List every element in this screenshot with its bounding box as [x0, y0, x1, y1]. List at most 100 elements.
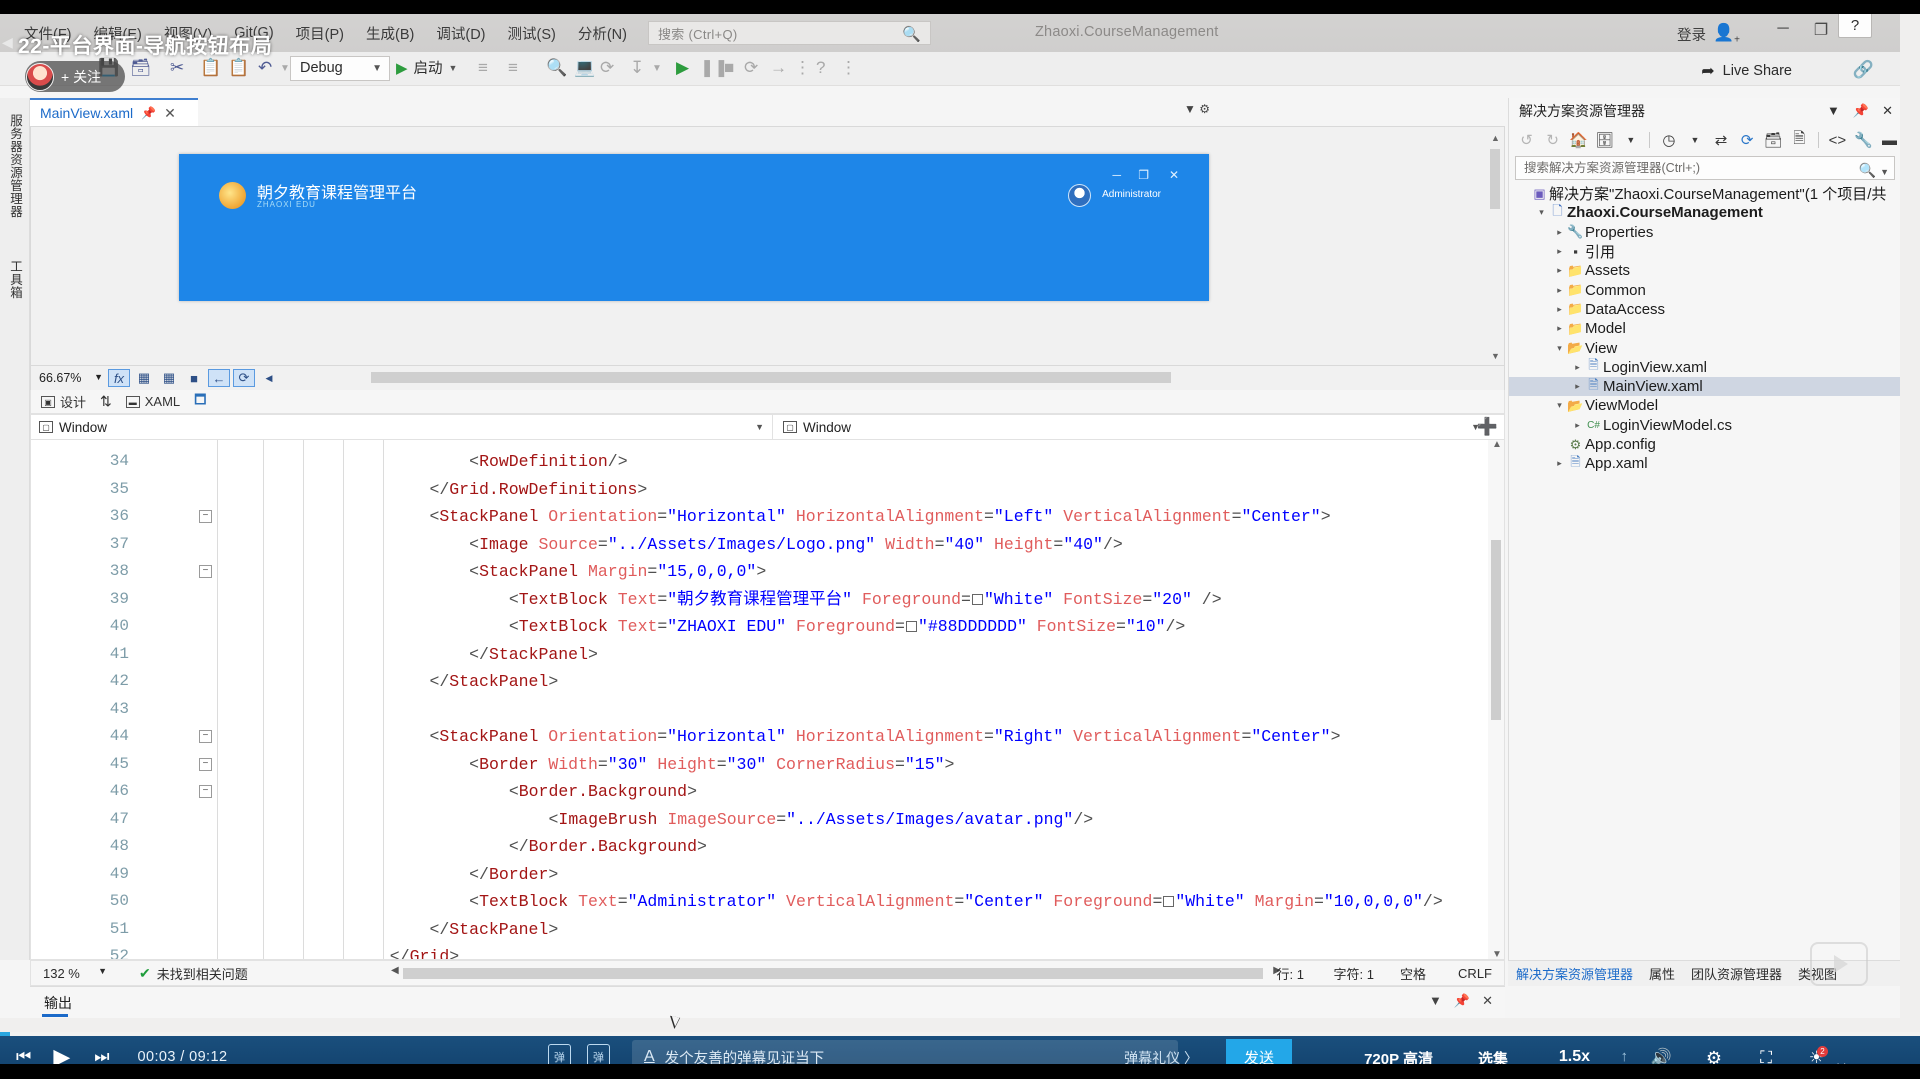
danmaku-settings-icon[interactable]: 弹 — [587, 1044, 610, 1064]
navbar-member-select[interactable]: ▢ Window ▼ ➕ — [773, 415, 1504, 439]
menu-item-build[interactable]: 生成(B) — [355, 19, 425, 48]
solution-explorer-toolbar[interactable]: ↺ ↻ 🏠 🗄 ▼ ◷ ▼ ⇄ ⟳ 🗃 🗎 <> 🔧 ▬ — [1509, 126, 1900, 154]
tree-node-loginviewmodel.cs[interactable]: ▸ C# LoginViewModel.cs — [1509, 416, 1900, 435]
video-center-play-button[interactable] — [1810, 942, 1868, 986]
editor-zoom-select[interactable]: 132 % ▼ — [43, 966, 113, 981]
server-explorer-tab[interactable]: 服务器资源管理器 — [3, 114, 25, 218]
chevron-down-icon[interactable]: ▾ — [1535, 207, 1548, 218]
video-back-icon[interactable]: ◀ — [2, 34, 13, 51]
start-debug-button[interactable]: ▶ 启动 ▼ — [396, 57, 457, 78]
chevron-down-icon[interactable]: ▼ — [1683, 129, 1706, 151]
code-line[interactable]: 37 <Image Source="../Assets/Images/Logo.p… — [31, 531, 1491, 559]
undo-icon[interactable]: ↶ — [258, 58, 272, 78]
vs-search-box[interactable]: 搜索 (Ctrl+Q) 🔍 — [648, 21, 931, 45]
code-view-icon[interactable]: <> — [1826, 129, 1849, 151]
document-tab-overflow[interactable]: ▼ ⚙ — [1184, 102, 1210, 116]
fold-toggle-icon[interactable]: − — [199, 757, 212, 771]
tree-node-dataaccess[interactable]: ▸ 📁 DataAccess — [1509, 300, 1900, 319]
volume-icon[interactable]: 🔊 — [1651, 1048, 1672, 1064]
scroll-down-icon[interactable]: ▼ — [1492, 949, 1502, 959]
close-icon[interactable]: ✕ — [164, 105, 176, 122]
scroll-up-icon[interactable]: ▲ — [1492, 440, 1502, 450]
chevron-down-icon[interactable]: ▼ — [1429, 993, 1442, 1009]
save-all-icon[interactable]: 🗃 — [130, 58, 152, 78]
chevron-right-icon[interactable]: ▸ — [1553, 285, 1566, 296]
designer-vertical-scrollbar[interactable]: ▲ ▼ — [1488, 133, 1502, 361]
sync-icon[interactable]: ⇄ — [1710, 129, 1733, 151]
code-line[interactable]: 44 − <StackPanel Orientation="Horizontal" … — [31, 723, 1491, 751]
chevron-right-icon[interactable]: ▸ — [1571, 362, 1584, 373]
tree-node---[interactable]: ▸ ▪ 引用 — [1509, 242, 1900, 261]
live-share-button[interactable]: ➦ Live Share — [1701, 61, 1792, 81]
editor-vertical-scrollbar[interactable]: ▲ ▼ — [1488, 440, 1504, 959]
pin-icon[interactable]: 📌 — [1853, 103, 1869, 119]
chevron-right-icon[interactable]: ▸ — [1553, 227, 1566, 238]
gear-icon[interactable]: ⚙ — [1706, 1048, 1722, 1064]
code-line[interactable]: 34 <RowDefinition/> — [31, 448, 1491, 476]
show-all-files-icon[interactable]: 🗎 — [1788, 129, 1811, 151]
designer-zoom-select[interactable]: 66.67% ▼ — [39, 371, 105, 385]
tree-node-properties[interactable]: ▸ 🔧 Properties — [1509, 223, 1900, 242]
swap-panes-icon[interactable]: ← — [208, 369, 230, 387]
chevron-right-icon[interactable]: ▸ — [1553, 323, 1566, 334]
grid-icon[interactable]: ▦ — [133, 369, 155, 387]
tree-node-app.config[interactable]: ⚙ App.config — [1509, 435, 1900, 454]
chevron-down-icon[interactable]: ▼ — [1827, 103, 1840, 119]
chevron-right-icon[interactable]: ▸ — [1553, 304, 1566, 315]
scroll-left-icon[interactable]: ◀ — [391, 965, 399, 976]
continue-icon[interactable]: ▶ — [676, 58, 689, 78]
solution-views-icon[interactable]: 🗄 — [1593, 129, 1616, 151]
xaml-view-tab[interactable]: ▬ XAML — [125, 394, 180, 409]
find-in-files-icon[interactable]: 🔍 — [546, 58, 567, 78]
output-panel-controls[interactable]: ▼ 📌 ✕ — [1429, 993, 1493, 1009]
danmaku-icon[interactable]: 弹 — [548, 1044, 571, 1064]
effects-icon[interactable]: fx — [108, 369, 130, 387]
bottom-tab-properties[interactable]: 属性 — [1649, 964, 1675, 983]
window-maximize-button[interactable]: ❐ — [1808, 20, 1834, 40]
playback-speed-select[interactable]: 1.5x — [1559, 1048, 1590, 1064]
quality-select[interactable]: 720P 高清 — [1364, 1048, 1433, 1064]
code-line[interactable]: 40 <TextBlock Text="ZHAOXI EDU" Foregroun… — [31, 613, 1491, 641]
refresh-icon[interactable]: ⟳ — [1736, 129, 1759, 151]
next-episode-button[interactable]: ⏭ — [94, 1047, 109, 1064]
cut-icon[interactable]: ✂ — [170, 58, 184, 78]
bottom-tab-team-explorer[interactable]: 团队资源管理器 — [1691, 964, 1782, 983]
solution-explorer-controls[interactable]: ▼ 📌 ✕ — [1827, 103, 1893, 119]
fold-toggle-icon[interactable]: − — [199, 785, 212, 798]
plus-icon[interactable]: ➕ — [1477, 417, 1498, 437]
grid-snap-icon[interactable]: ▦ — [158, 369, 180, 387]
scroll-thumb[interactable] — [1491, 540, 1501, 720]
scroll-thumb[interactable] — [403, 968, 1263, 979]
menu-item-test[interactable]: 测试(S) — [497, 19, 567, 48]
sign-in-button[interactable]: 登录 👤+ — [1677, 23, 1740, 45]
copy-icon[interactable]: 📋 — [200, 58, 221, 78]
code-line[interactable]: 43 — [31, 696, 1491, 724]
pin-icon[interactable]: 📌 — [141, 106, 156, 120]
code-line[interactable]: 36 − <StackPanel Orientation="Horizontal" … — [31, 503, 1491, 531]
scroll-thumb[interactable] — [371, 372, 1171, 383]
code-line[interactable]: 38 − <StackPanel Margin="15,0,0,0"> — [31, 558, 1491, 586]
previous-episode-button[interactable]: ⏮ — [16, 1047, 31, 1064]
more-icon[interactable]: ▬ — [1878, 129, 1900, 151]
chevron-right-icon[interactable]: ▸ — [1571, 381, 1584, 392]
designer-view-tab[interactable]: ▣ 设计 — [41, 392, 86, 411]
code-line[interactable]: 42 </StackPanel> — [31, 668, 1491, 696]
danmaku-etiquette-link[interactable]: 弹幕礼仪 〉 — [1124, 1048, 1198, 1064]
home-icon[interactable]: 🏠 — [1567, 129, 1590, 151]
fold-toggle-icon[interactable]: − — [199, 510, 212, 523]
xaml-code-editor[interactable]: 34 <RowDefinition/> 35 </Grid.RowDefinition… — [30, 440, 1505, 960]
code-line[interactable]: 41 </StackPanel> — [31, 641, 1491, 669]
toolwindow-icon[interactable]: 💻 — [574, 58, 595, 78]
document-tab-mainview[interactable]: MainView.xaml 📌 ✕ — [30, 98, 198, 126]
play-pause-button[interactable]: ▶ — [53, 1044, 70, 1064]
tree-node-mainview.xaml[interactable]: ▸ 🗎 MainView.xaml — [1509, 377, 1900, 397]
tree-node-viewmodel[interactable]: ▾ 📂 ViewModel — [1509, 396, 1900, 415]
swap-icon[interactable]: ⇅ — [100, 393, 112, 410]
fold-toggle-icon[interactable]: − — [199, 565, 212, 578]
chevron-right-icon[interactable]: ▸ — [1553, 458, 1566, 469]
bottom-tab-solution-explorer[interactable]: 解决方案资源管理器 — [1516, 964, 1633, 983]
code-line[interactable]: 35 </Grid.RowDefinitions> — [31, 476, 1491, 504]
danmaku-controls[interactable]: 弹 弹 — [548, 1044, 610, 1064]
chevron-right-icon[interactable]: ▸ — [1553, 265, 1566, 276]
zoom-strip-overflow-icon[interactable]: ◀ — [258, 369, 280, 387]
